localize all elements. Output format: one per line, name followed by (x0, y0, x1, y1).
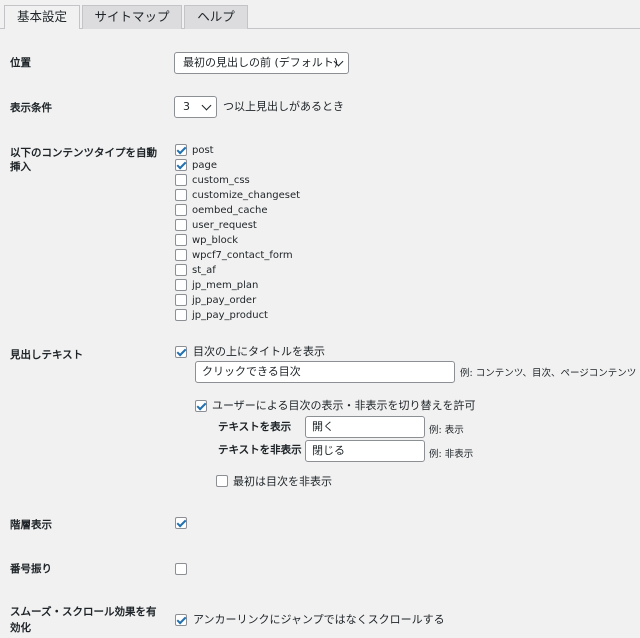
initially-hidden-checkbox[interactable] (216, 475, 228, 487)
auto-insert-label-2: 挿入 (10, 161, 31, 173)
chevron-down-icon (201, 100, 212, 111)
show-text-hint: 例: 表示 (429, 425, 464, 436)
display-condition-label: 表示条件 (10, 102, 52, 114)
auto-insert-label: 以下のコンテンツタイプを自動 (10, 147, 157, 159)
initially-hidden-label: 最初は目次を非表示 (233, 475, 332, 488)
settings-panel: 位置 最初の見出しの前 (デフォルト) 表示条件 3 つ以上見出しがあるとき 以… (0, 29, 640, 638)
heading-text-label: 見出しテキスト (10, 349, 84, 361)
content-type-label: page (192, 160, 217, 171)
hierarchy-label: 階層表示 (10, 519, 52, 531)
position-label: 位置 (10, 57, 31, 69)
content-type-checkbox[interactable] (175, 174, 187, 186)
content-type-label: custom_css (192, 175, 250, 186)
show-text-label: テキストを表示 (218, 421, 292, 433)
content-type-checkbox[interactable] (175, 279, 187, 291)
content-type-checkbox[interactable] (175, 144, 187, 156)
smooth-scroll-label-2: 効化 (10, 622, 31, 634)
hide-text-input[interactable]: 閉じる (305, 440, 425, 462)
smooth-scroll-checkbox[interactable] (175, 614, 187, 626)
tab-help[interactable]: ヘルプ (184, 5, 248, 29)
smooth-scroll-label: スムーズ・スクロール効果を有 (10, 606, 157, 618)
show-title-checkbox[interactable] (175, 346, 187, 358)
content-type-label: jp_pay_order (192, 295, 257, 306)
content-type-checkbox[interactable] (175, 204, 187, 216)
content-type-label: jp_mem_plan (192, 280, 259, 291)
heading-count-select[interactable]: 3 (174, 96, 217, 118)
title-input[interactable]: クリックできる目次 (195, 361, 455, 383)
content-type-label: customize_changeset (192, 190, 301, 201)
heading-count-value: 3 (183, 100, 190, 113)
show-text-input[interactable]: 開く (305, 416, 425, 438)
content-type-label: wp_block (192, 235, 239, 246)
display-condition-suffix: つ以上見出しがあるとき (223, 100, 344, 113)
content-type-label: user_request (192, 220, 257, 231)
numbering-label: 番号振り (10, 563, 52, 575)
content-type-checkbox[interactable] (175, 294, 187, 306)
content-type-label: st_af (192, 265, 216, 276)
smooth-scroll-option-label: アンカーリンクにジャンプではなくスクロールする (193, 613, 445, 626)
content-type-checkbox[interactable] (175, 264, 187, 276)
position-select-value: 最初の見出しの前 (デフォルト) (183, 56, 339, 69)
content-type-checkbox[interactable] (175, 309, 187, 321)
content-type-checkbox[interactable] (175, 234, 187, 246)
content-type-label: jp_pay_product (192, 310, 268, 321)
title-hint: 例: コンテンツ、目次、ページコンテンツ (460, 368, 637, 379)
content-type-checkbox[interactable] (175, 249, 187, 261)
show-title-label: 目次の上にタイトルを表示 (193, 345, 325, 358)
content-type-checkbox[interactable] (175, 189, 187, 201)
content-type-label: wpcf7_contact_form (192, 250, 293, 261)
hide-text-label: テキストを非表示 (218, 444, 302, 456)
numbering-checkbox[interactable] (175, 563, 187, 575)
allow-toggle-checkbox[interactable] (195, 400, 207, 412)
hide-text-hint: 例: 非表示 (429, 449, 474, 460)
settings-tabs: 基本設定 サイトマップ ヘルプ (0, 0, 640, 30)
content-type-label: oembed_cache (192, 205, 268, 216)
tab-basic-settings[interactable]: 基本設定 (4, 5, 80, 30)
position-select[interactable]: 最初の見出しの前 (デフォルト) (174, 52, 349, 74)
content-type-checkbox[interactable] (175, 219, 187, 231)
content-type-label: post (192, 145, 214, 156)
hierarchy-checkbox[interactable] (175, 517, 187, 529)
content-type-checkbox[interactable] (175, 159, 187, 171)
tab-sitemap[interactable]: サイトマップ (82, 5, 182, 29)
allow-toggle-label: ユーザーによる目次の表示・非表示を切り替えを許可 (212, 399, 476, 412)
